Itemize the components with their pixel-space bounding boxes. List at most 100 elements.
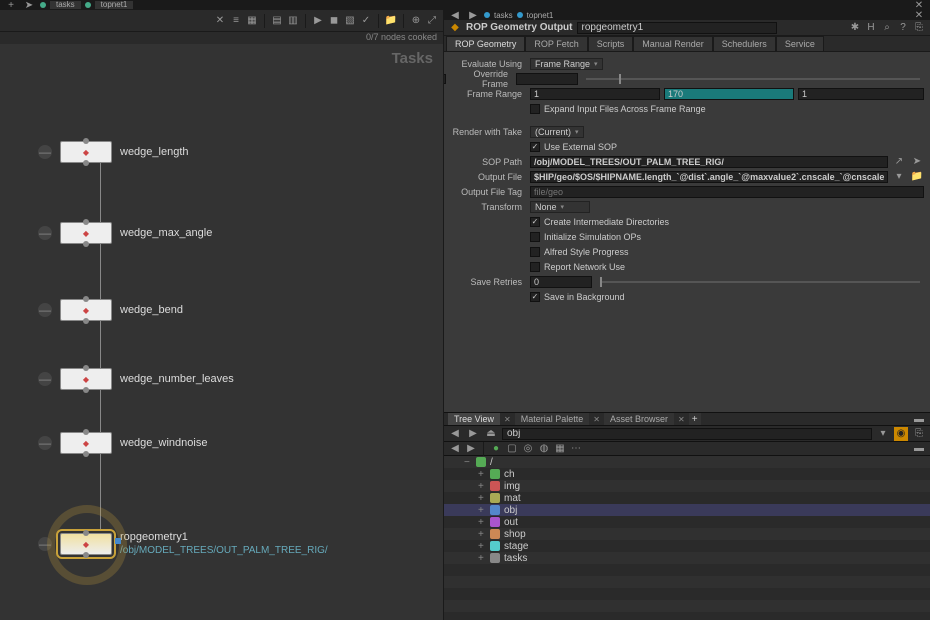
grid-icon[interactable]: ▦ xyxy=(245,14,259,28)
node-tile[interactable]: ◆ xyxy=(60,368,112,390)
network-node[interactable]: —◆wedge_length xyxy=(38,141,189,163)
param-tab[interactable]: ROP Geometry xyxy=(446,36,525,51)
close-tab-icon[interactable]: ✕ xyxy=(502,415,513,424)
save-retries-slider[interactable] xyxy=(600,281,920,283)
param-tab[interactable]: ROP Fetch xyxy=(525,36,587,51)
expand-icon[interactable]: + xyxy=(478,481,486,492)
play-icon[interactable]: ▶ xyxy=(311,14,325,28)
list-icon[interactable]: ≡ xyxy=(229,14,243,28)
fwd-icon[interactable]: ▶ xyxy=(466,427,480,441)
expand-icon[interactable]: + xyxy=(478,517,486,528)
network-node[interactable]: —◆wedge_number_leaves xyxy=(38,368,234,390)
init-sim-checkbox[interactable] xyxy=(530,232,540,242)
home-icon[interactable]: ⏏ xyxy=(484,427,498,441)
bypass-toggle[interactable]: — xyxy=(38,226,52,240)
expand-icon[interactable]: + xyxy=(478,541,486,552)
home-icon[interactable]: ● xyxy=(489,442,503,456)
chevron-down-icon[interactable]: ▾ xyxy=(892,170,906,184)
add-tab-button[interactable]: + xyxy=(689,413,701,425)
param-tab[interactable]: Service xyxy=(776,36,824,51)
search-icon[interactable]: ⌕ xyxy=(880,21,894,35)
gear-icon[interactable]: ✱ xyxy=(848,21,862,35)
back-icon[interactable]: ◀ xyxy=(448,427,462,441)
bypass-toggle[interactable]: — xyxy=(38,303,52,317)
tree-row[interactable]: −/ xyxy=(444,456,930,468)
output-file-input[interactable] xyxy=(530,171,888,183)
param-tab[interactable]: Manual Render xyxy=(633,36,713,51)
pin-icon[interactable]: ⎘ xyxy=(912,21,926,35)
tree-row[interactable]: +shop xyxy=(444,528,930,540)
help-icon[interactable]: ? xyxy=(896,21,910,35)
crumb[interactable]: tasks xyxy=(494,11,513,20)
expand-icon[interactable]: + xyxy=(478,469,486,480)
jump-icon[interactable]: ➤ xyxy=(910,155,924,169)
treeview-tab[interactable]: Asset Browser xyxy=(604,413,674,425)
operator-chooser-icon[interactable]: ↗ xyxy=(892,155,906,169)
tree-row[interactable]: +img xyxy=(444,480,930,492)
node-tile[interactable]: ◆ xyxy=(60,141,112,163)
frame-start-input[interactable] xyxy=(530,88,660,100)
node-tile[interactable]: ◆ xyxy=(60,299,112,321)
chevron-down-icon[interactable]: ▾ xyxy=(876,427,890,441)
expand-icon[interactable]: + xyxy=(478,553,486,564)
bypass-toggle[interactable]: — xyxy=(38,537,52,551)
node-tile[interactable]: ◆ xyxy=(60,432,112,454)
link-icon[interactable]: ⎘ xyxy=(912,427,926,441)
chart-icon[interactable]: ▧ xyxy=(343,14,357,28)
network-node[interactable]: —◆wedge_max_angle xyxy=(38,222,212,244)
node-name-input[interactable] xyxy=(577,22,777,34)
wrench-icon[interactable]: ✕ xyxy=(213,14,227,28)
use-external-sop-checkbox[interactable] xyxy=(530,142,540,152)
crumb-topnet1[interactable]: topnet1 xyxy=(95,1,134,9)
output-tag-input[interactable] xyxy=(530,186,924,198)
save-bg-checkbox[interactable] xyxy=(530,292,540,302)
expand-icon[interactable]: ⤢ xyxy=(425,14,439,28)
globe-icon[interactable]: ◍ xyxy=(537,442,551,456)
network-node[interactable]: —◆ropgeometry1/obj/MODEL_TREES/OUT_PALM_… xyxy=(38,531,280,557)
frame-end-input[interactable] xyxy=(664,88,794,100)
eye-icon[interactable]: ◎ xyxy=(521,442,535,456)
tree-row[interactable]: +tasks xyxy=(444,552,930,564)
create-dirs-checkbox[interactable] xyxy=(530,217,540,227)
node-tile[interactable]: ◆ xyxy=(60,533,112,555)
treeview-path-input[interactable] xyxy=(502,428,872,440)
bypass-toggle[interactable]: — xyxy=(38,436,52,450)
crumb-tasks[interactable]: tasks xyxy=(50,1,81,9)
tree-row[interactable]: +obj xyxy=(444,504,930,516)
expand-icon[interactable]: + xyxy=(478,493,486,504)
close-tab-icon[interactable]: ✕ xyxy=(676,415,687,424)
treeview-tab[interactable]: Tree View xyxy=(448,413,500,425)
bypass-toggle[interactable]: — xyxy=(38,145,52,159)
treeview-tab[interactable]: Material Palette xyxy=(515,413,590,425)
expand-files-checkbox[interactable] xyxy=(530,104,540,114)
crumb[interactable]: topnet1 xyxy=(527,11,554,20)
grid-icon[interactable]: ▦ xyxy=(553,442,567,456)
sop-path-input[interactable] xyxy=(530,156,888,168)
h-icon[interactable]: H xyxy=(864,21,878,35)
tree-row[interactable]: +ch xyxy=(444,468,930,480)
close-tab-icon[interactable]: ✕ xyxy=(591,415,602,424)
expand-icon[interactable]: − xyxy=(464,457,472,468)
pin-icon[interactable]: ◉ xyxy=(894,427,908,441)
rows-icon[interactable]: ▥ xyxy=(286,14,300,28)
param-tab[interactable]: Schedulers xyxy=(713,36,776,51)
network-node[interactable]: —◆wedge_bend xyxy=(38,299,183,321)
tree-row[interactable]: +mat xyxy=(444,492,930,504)
stop-icon[interactable]: ◼ xyxy=(327,14,341,28)
node-tile[interactable]: ◆ xyxy=(60,222,112,244)
network-node[interactable]: —◆wedge_windnoise xyxy=(38,432,207,454)
tree-row[interactable]: +out xyxy=(444,516,930,528)
override-frame-toggle[interactable] xyxy=(444,74,446,84)
network-checkbox[interactable] xyxy=(530,262,540,272)
evaluate-using-dropdown[interactable]: Frame Range xyxy=(530,58,603,70)
file-chooser-icon[interactable]: 📁 xyxy=(910,170,924,184)
network-canvas[interactable]: —◆wedge_length—◆wedge_max_angle—◆wedge_b… xyxy=(0,73,443,620)
fwd-icon[interactable]: ▶ xyxy=(464,442,478,456)
search-icon[interactable]: ⊕ xyxy=(409,14,423,28)
override-frame-input[interactable] xyxy=(516,73,578,85)
bypass-toggle[interactable]: — xyxy=(38,372,52,386)
tree-row[interactable]: +stage xyxy=(444,540,930,552)
frame-step-input[interactable] xyxy=(798,88,924,100)
tiles-icon[interactable]: ▤ xyxy=(270,14,284,28)
check-icon[interactable]: ✓ xyxy=(359,14,373,28)
